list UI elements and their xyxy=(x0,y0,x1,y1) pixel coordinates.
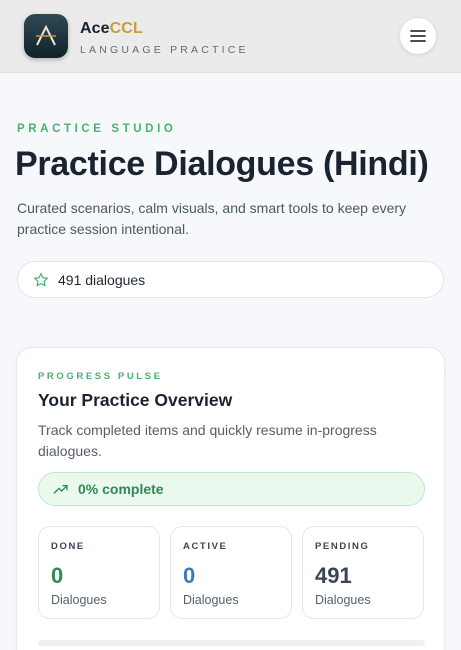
brand-tagline: LANGUAGE PRACTICE xyxy=(80,44,249,56)
brand-name: AceCCL xyxy=(80,20,143,38)
progress-card: PROGRESS PULSE Your Practice Overview Tr… xyxy=(16,347,445,650)
stat-pending-unit: Dialogues xyxy=(315,593,371,607)
brand-accent: CCL xyxy=(109,20,143,37)
stat-done: DONE 0 Dialogues xyxy=(38,526,160,619)
star-icon xyxy=(34,272,48,286)
progress-eyebrow: PROGRESS PULSE xyxy=(38,371,163,382)
page-subtitle: Curated scenarios, calm visuals, and sma… xyxy=(17,200,407,237)
progress-description: Track completed items and quickly resume… xyxy=(38,422,377,459)
page-title: Practice Dialogues (Hindi) xyxy=(15,145,429,183)
app-logo[interactable] xyxy=(24,14,68,58)
logo-a-icon xyxy=(36,24,56,46)
completion-label: 0% complete xyxy=(78,481,164,497)
app-header: AceCCL LANGUAGE PRACTICE xyxy=(0,0,461,73)
stat-done-unit: Dialogues xyxy=(51,593,107,607)
stat-active-value: 0 xyxy=(183,563,196,588)
stat-active: ACTIVE 0 Dialogues xyxy=(170,526,292,619)
stat-active-unit: Dialogues xyxy=(183,593,239,607)
progress-track xyxy=(38,640,425,646)
completion-pill: 0% complete xyxy=(38,472,425,506)
dialogue-count-pill: 491 dialogues xyxy=(17,261,444,298)
stat-pending: PENDING 491 Dialogues xyxy=(302,526,424,619)
trending-up-icon xyxy=(53,485,68,494)
brand-main: Ace xyxy=(80,20,110,37)
stat-done-value: 0 xyxy=(51,563,64,588)
stat-pending-value: 491 xyxy=(315,563,352,588)
section-eyebrow: PRACTICE STUDIO xyxy=(17,123,177,135)
stat-pending-label: PENDING xyxy=(315,541,370,552)
stat-active-label: ACTIVE xyxy=(183,541,228,552)
progress-title: Your Practice Overview xyxy=(38,390,233,410)
menu-button[interactable] xyxy=(400,18,436,54)
hamburger-icon xyxy=(410,30,426,42)
dialogue-count-label: 491 dialogues xyxy=(58,271,146,288)
stat-done-label: DONE xyxy=(51,541,85,552)
